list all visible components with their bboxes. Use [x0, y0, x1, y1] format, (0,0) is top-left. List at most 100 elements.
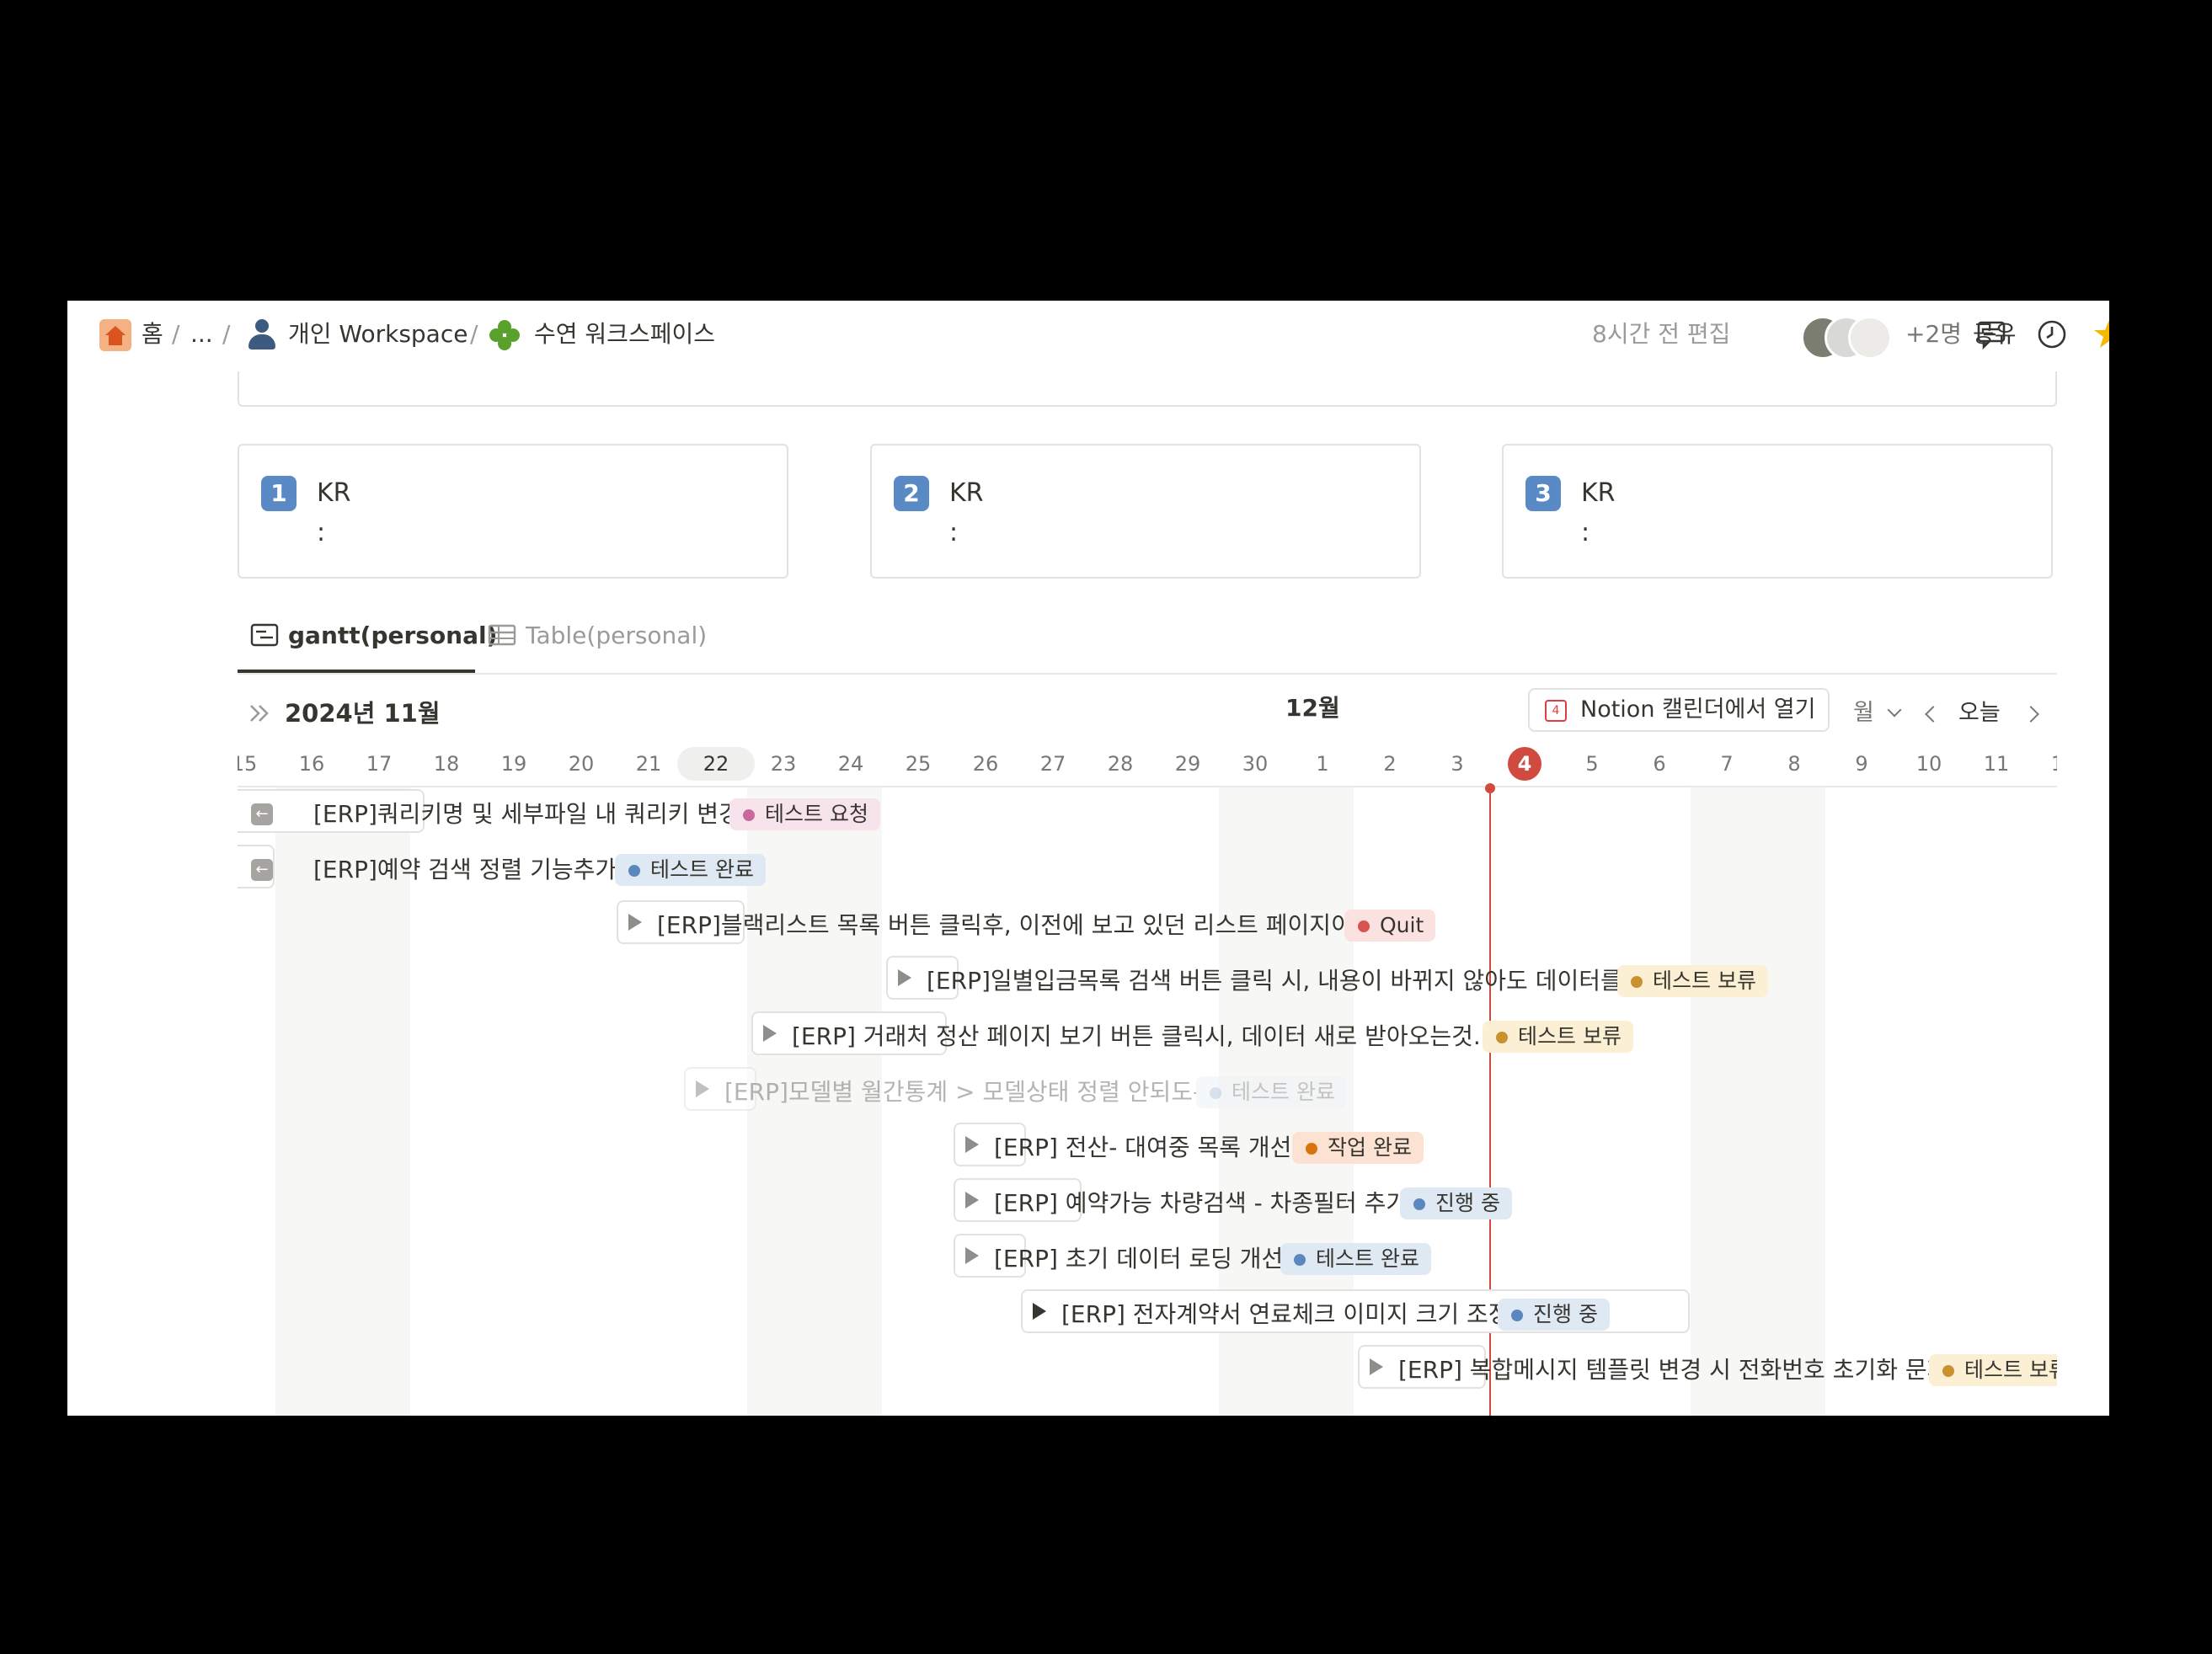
edited-time[interactable]: 8시간 전 편집	[1592, 317, 1730, 351]
tab-divider	[238, 673, 2057, 675]
keycap-number: 2	[894, 476, 929, 511]
kr-label: KR	[949, 478, 984, 508]
top-bar: 홈 / ... / 개인 Workspace / 수연 워크스페이스 8시간 전…	[67, 301, 2109, 371]
open-calendar-label: Notion 캘린더에서 열기	[1580, 696, 1816, 723]
play-icon[interactable]	[628, 914, 642, 931]
status-badge[interactable]: 테스트 완료	[615, 854, 766, 886]
task-title[interactable]: [ERP] 전산- 대여중 목록 개선	[994, 1126, 1291, 1170]
kr-card[interactable]: 3 KR :	[1502, 444, 2053, 579]
day-label: 29	[1174, 752, 1201, 776]
tab-table-personal[interactable]: Table(personal)	[526, 612, 707, 659]
today-button[interactable]: 오늘	[1958, 695, 2001, 732]
collapse-double-chevron-icon[interactable]	[244, 698, 278, 732]
weekend-column	[1691, 787, 1825, 1416]
keycap-number: 1	[261, 476, 297, 511]
keycap-number: 3	[1525, 476, 1561, 511]
day-label: 25	[905, 752, 932, 776]
day-label: 16	[298, 752, 325, 776]
day-label: 18	[433, 752, 460, 776]
play-icon[interactable]	[1370, 1358, 1383, 1375]
day-label: 28	[1107, 752, 1134, 776]
status-badge[interactable]: 테스트 보류	[1617, 965, 1768, 997]
open-notion-calendar-button[interactable]: 4 Notion 캘린더에서 열기	[1528, 688, 1830, 732]
clock-icon[interactable]	[2035, 317, 2069, 351]
task-title[interactable]: [ERP]예약 검색 정렬 기능추가	[313, 848, 617, 892]
status-badge[interactable]: Quit	[1344, 910, 1436, 942]
breadcrumb-ellipsis[interactable]: ...	[190, 317, 213, 351]
play-icon[interactable]	[965, 1136, 979, 1153]
status-badge[interactable]: 테스트 요청	[729, 798, 880, 830]
kr-card[interactable]: 1 KR :	[238, 444, 788, 579]
arrow-left-icon[interactable]: ←	[251, 803, 273, 825]
home-icon[interactable]	[99, 319, 131, 351]
day-label: 3	[1451, 752, 1464, 776]
calendar-icon: 4	[1545, 700, 1567, 722]
chevron-right-icon[interactable]	[2022, 706, 2039, 723]
scale-select-value: 월	[1853, 700, 1874, 726]
day-label: 9	[1855, 752, 1868, 776]
day-label: 23	[770, 752, 797, 776]
task-title[interactable]: [ERP]모델별 월간통계 > 모델상태 정렬 안되도록	[724, 1070, 1215, 1114]
timeline-right-edge	[2057, 739, 2109, 1416]
status-badge[interactable]: 진행 중	[1498, 1299, 1610, 1331]
breadcrumb-space[interactable]: 수연 워크스페이스	[534, 317, 715, 351]
tab-gantt-personal[interactable]: gantt(personal)	[288, 612, 497, 659]
day-label: 22	[677, 747, 755, 781]
day-label: 7	[1720, 752, 1734, 776]
status-badge[interactable]: 작업 완료	[1292, 1132, 1424, 1164]
avatar[interactable]	[1848, 316, 1892, 360]
today-marker: 4	[1508, 747, 1541, 781]
task-title[interactable]: [ERP] 초기 데이터 로딩 개선	[994, 1237, 1283, 1281]
scale-select[interactable]: 월	[1853, 695, 1902, 732]
status-badge[interactable]: 테스트 완료	[1196, 1076, 1347, 1108]
notion-window: 홈 / ... / 개인 Workspace / 수연 워크스페이스 8시간 전…	[67, 301, 2109, 1416]
play-icon[interactable]	[1033, 1303, 1046, 1320]
day-label: 19	[500, 752, 527, 776]
kr-value: :	[317, 518, 326, 547]
play-icon[interactable]	[696, 1080, 709, 1097]
breadcrumb-home[interactable]: 홈	[142, 317, 163, 351]
status-badge[interactable]: 테스트 보류	[1483, 1021, 1633, 1053]
day-label: 5	[1585, 752, 1599, 776]
month-label-next: 12월	[1285, 694, 1340, 722]
day-label: 11	[1983, 752, 2010, 776]
chevron-down-icon	[1887, 702, 1902, 718]
today-dot	[1485, 783, 1495, 793]
play-icon[interactable]	[965, 1192, 979, 1208]
day-label: 20	[568, 752, 595, 776]
status-badge[interactable]: 진행 중	[1400, 1187, 1512, 1219]
kr-label: KR	[317, 478, 351, 508]
play-icon[interactable]	[965, 1247, 979, 1264]
day-label: 30	[1242, 752, 1269, 776]
task-title[interactable]: [ERP]쿼리키명 및 세부파일 내 쿼리키 변경	[313, 792, 740, 836]
extra-members[interactable]: +2명	[1905, 317, 1962, 351]
breadcrumb-workspace[interactable]: 개인 Workspace	[288, 317, 468, 351]
arrow-left-icon[interactable]: ←	[251, 859, 273, 881]
day-label: 21	[635, 752, 662, 776]
comment-icon[interactable]	[1974, 317, 2008, 351]
task-title[interactable]: [ERP] 복합메시지 템플릿 변경 시 전화번호 초기화 문제	[1398, 1348, 1948, 1392]
kr-value: :	[949, 518, 959, 547]
breadcrumb-separator: /	[470, 320, 478, 348]
kr-label: KR	[1581, 478, 1616, 508]
kr-card[interactable]: 2 KR :	[870, 444, 1421, 579]
month-label: 2024년 11월	[285, 699, 441, 728]
task-title[interactable]: [ERP]블랙리스트 목록 버튼 클릭후, 이전에 보고 있던 리스트 페이지이…	[657, 904, 1375, 947]
task-title[interactable]: [ERP] 거래처 정산 페이지 보기 버튼 클릭시, 데이터 새로 받아오는것…	[792, 1015, 1496, 1059]
kr-value: :	[1581, 518, 1590, 547]
play-icon[interactable]	[898, 969, 911, 986]
day-label: 27	[1039, 752, 1066, 776]
timeline-left-edge	[67, 739, 238, 1416]
breadcrumb-separator: /	[172, 320, 180, 348]
task-title[interactable]: [ERP]일별입금목록 검색 버튼 클릭 시, 내용이 바뀌지 않아도 데이터를…	[927, 959, 1644, 1003]
chevron-left-icon[interactable]	[1925, 706, 1942, 723]
clover-icon	[489, 319, 521, 351]
status-badge[interactable]: 테스트 완료	[1280, 1243, 1431, 1275]
star-icon[interactable]	[2092, 317, 2109, 351]
day-label: 6	[1653, 752, 1666, 776]
play-icon[interactable]	[763, 1025, 777, 1042]
task-title[interactable]: [ERP] 예약가능 차량검색 - 차종필터 추가	[994, 1182, 1408, 1225]
table-view-icon	[487, 621, 521, 654]
breadcrumb-separator: /	[222, 320, 231, 348]
task-title[interactable]: [ERP] 전자계약서 연료체크 이미지 크기 조정	[1061, 1293, 1510, 1337]
